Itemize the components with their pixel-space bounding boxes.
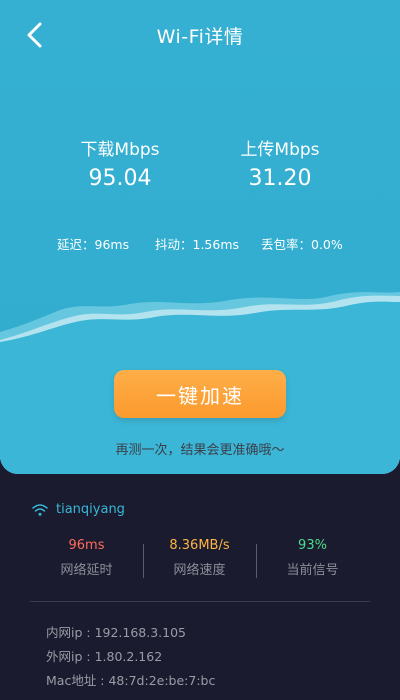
network-ssid: tianqiyang [56,502,125,517]
signal-value: 93% [298,538,327,553]
retest-hint[interactable]: 再测一次，结果会更准确哦～ [0,439,400,458]
section-divider [30,601,370,602]
latency-stat: 延迟：96ms [57,237,130,252]
latency-metric: 96ms 网络延时 [30,538,143,578]
boost-button[interactable]: 一键加速 [114,370,286,418]
jitter-stat: 抖动：1.56ms [155,237,240,252]
signal-label: 当前信号 [286,563,339,578]
wan-ip: 外网ip : 1.80.2.162 [46,649,163,664]
wifi-icon [32,504,48,516]
network-metrics: 96ms 网络延时 8.36MB/s 网络速度 93% 当前信号 [30,538,370,580]
upload-value: 31.20 [248,166,312,191]
download-label: 下载Mbps [80,140,160,160]
download-value: 95.04 [88,166,152,191]
header: Wi-Fi详情 [0,0,400,70]
mac-address: Mac地址 : 48:7d:2e:be:7:bc [46,673,216,688]
upload-label: 上传Mbps [240,140,320,160]
latency-value: 96ms [68,538,105,553]
latency-label: 网络延时 [60,563,113,578]
speed-metric: 8.36MB/s 网络速度 [143,538,256,578]
speed-test-panel: Wi-Fi详情 下载Mbps 95.04 上传Mbps 31.20 延迟：96m… [0,0,400,474]
speed-value: 8.36MB/s [169,538,230,553]
packet-loss-stat: 丢包率：0.0% [261,237,343,252]
page-title: Wi-Fi详情 [156,26,244,48]
speed-label: 网络速度 [173,563,226,578]
lan-ip: 内网ip : 192.168.3.105 [46,625,187,640]
stats-row: 延迟：96ms 抖动：1.56ms 丢包率：0.0% [0,234,400,254]
signal-metric: 93% 当前信号 [256,538,369,578]
